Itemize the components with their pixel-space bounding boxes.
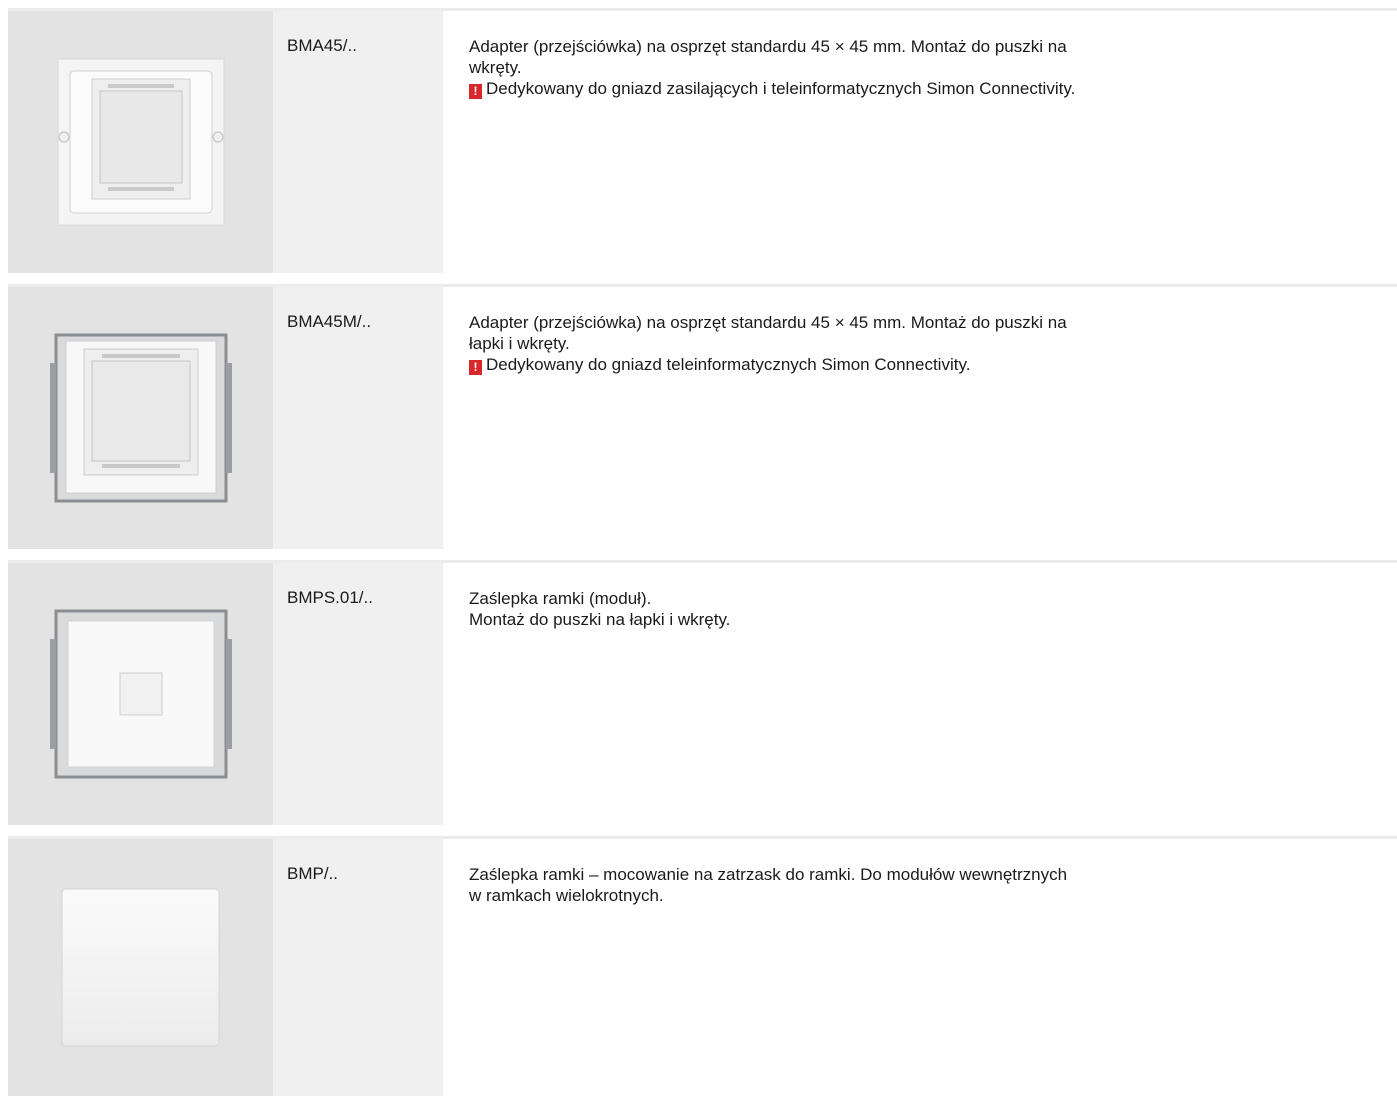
product-row-bma45m: BMA45M/.. Adapter (przejściówka) na ospr… [8, 284, 1397, 549]
product-code: BMA45/.. [287, 36, 357, 55]
blank-plate-image [61, 888, 220, 1047]
product-description: Zaślepka ramki – mocowanie na zatrzask d… [469, 864, 1329, 906]
warning-text: Dedykowany do gniazd teleinformatycznych… [486, 355, 971, 374]
product-row-bmps01: BMPS.01/.. Zaślepka ramki (moduł). Monta… [8, 560, 1397, 825]
description-line: w ramkach wielokrotnych. [469, 886, 664, 905]
adapter-frame-image [57, 58, 224, 226]
product-code: BMA45M/.. [287, 312, 372, 331]
product-code-cell: BMPS.01/.. [273, 563, 443, 825]
product-image-cell [8, 287, 273, 549]
product-image-cell [8, 563, 273, 825]
product-code-cell: BMA45/.. [273, 11, 443, 273]
description-line: wkręty. [469, 58, 522, 77]
product-row-bmp: BMP/.. Zaślepka ramki – mocowanie na zat… [8, 836, 1397, 1096]
description-line: Adapter (przejściówka) na osprzęt standa… [469, 313, 1067, 332]
exclamation-icon: ! [469, 360, 482, 375]
product-description: Zaślepka ramki (moduł). Montaż do puszki… [469, 588, 1329, 630]
product-code: BMP/.. [287, 864, 339, 883]
product-row-bma45: BMA45/.. Adapter (przejściówka) na osprz… [8, 8, 1397, 273]
description-line: Zaślepka ramki – mocowanie na zatrzask d… [469, 865, 1068, 884]
product-code-cell: BMP/.. [273, 839, 443, 1096]
blank-module-claws-image [49, 609, 232, 779]
warning-text: Dedykowany do gniazd zasilających i tele… [486, 79, 1076, 98]
exclamation-icon: ! [469, 84, 482, 99]
product-image-cell [8, 839, 273, 1096]
description-line: Zaślepka ramki (moduł). [469, 589, 652, 608]
adapter-claw-frame-image [49, 333, 232, 503]
product-description: Adapter (przejściówka) na osprzęt standa… [469, 36, 1329, 99]
description-line: Adapter (przejściówka) na osprzęt standa… [469, 37, 1067, 56]
product-image-cell [8, 11, 273, 273]
product-code-cell: BMA45M/.. [273, 287, 443, 549]
warning-note: ! Dedykowany do gniazd zasilających i tel… [469, 78, 1329, 99]
description-line: łapki i wkręty. [469, 334, 570, 353]
product-code: BMPS.01/.. [287, 588, 373, 607]
warning-note: ! Dedykowany do gniazd teleinformatycznyc… [469, 354, 1329, 375]
product-description: Adapter (przejściówka) na osprzęt standa… [469, 312, 1329, 375]
description-line: Montaż do puszki na łapki i wkręty. [469, 610, 731, 629]
